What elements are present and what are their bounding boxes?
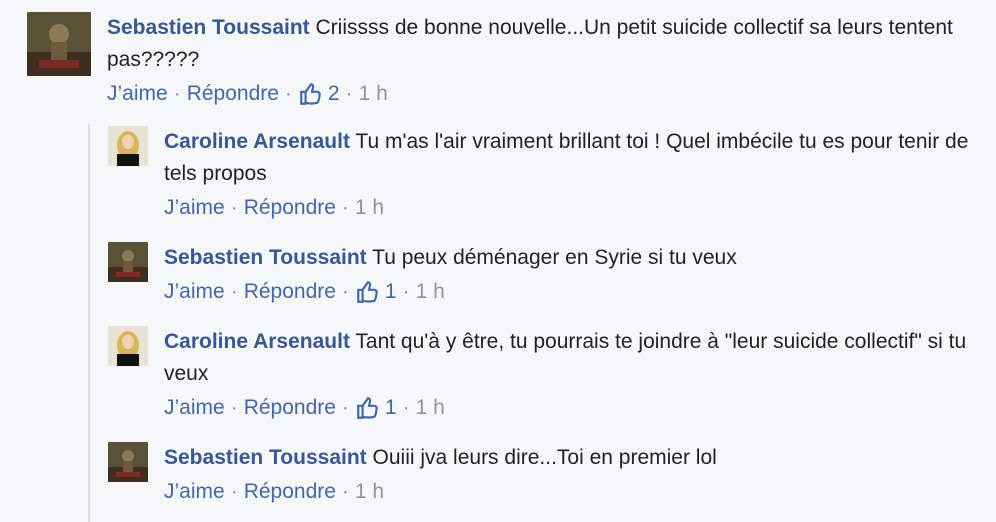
like-button[interactable]: J’aime xyxy=(164,476,225,508)
reply-button[interactable]: Répondre xyxy=(244,192,336,224)
comment-actions: J’aime · Répondre · 1 h xyxy=(164,192,984,224)
comment-actions: J’aime · Répondre · 2 · 1 h xyxy=(107,78,957,110)
comment: Sebastien Toussaint Criissss de bonne no… xyxy=(27,12,957,110)
avatar[interactable] xyxy=(108,326,148,366)
timestamp[interactable]: 1 h xyxy=(359,78,388,110)
author-name[interactable]: Caroline Arsenault xyxy=(164,330,350,353)
dot-separator: · xyxy=(341,396,349,419)
timestamp[interactable]: 1 h xyxy=(416,392,445,424)
timestamp[interactable]: 1 h xyxy=(416,276,445,308)
dot-separator: · xyxy=(341,280,349,303)
comment-thread: Sebastien Toussaint Criissss de bonne no… xyxy=(0,0,996,522)
dot-separator: · xyxy=(230,480,238,503)
avatar[interactable] xyxy=(108,442,148,482)
dot-separator: · xyxy=(345,82,353,105)
avatar[interactable] xyxy=(108,126,148,166)
like-count[interactable]: 2 xyxy=(298,78,340,110)
timestamp[interactable]: 1 h xyxy=(355,192,384,224)
comment-text: Caroline Arsenault Tant qu'à y être, tu … xyxy=(164,326,984,390)
comment-text: Sebastien Toussaint Tu peux déménager en… xyxy=(164,242,984,274)
like-button[interactable]: J’aime xyxy=(164,192,225,224)
dot-separator: · xyxy=(173,82,181,105)
reply-button[interactable]: Répondre xyxy=(187,78,279,110)
comment-actions: J’aime · Répondre · 1 · 1 h xyxy=(164,276,984,308)
comment-actions: J’aime · Répondre · 1 h xyxy=(164,476,984,508)
reply-comment: Caroline Arsenault Tant qu'à y être, tu … xyxy=(108,326,984,424)
dot-separator: · xyxy=(402,280,410,303)
comment-message: Tu peux déménager en Syrie si tu veux xyxy=(372,246,737,269)
reply-comment: Sebastien Toussaint Tu peux déménager en… xyxy=(108,242,984,308)
like-button[interactable]: J’aime xyxy=(107,78,168,110)
author-name[interactable]: Sebastien Toussaint xyxy=(164,446,367,469)
dot-separator: · xyxy=(230,196,238,219)
avatar[interactable] xyxy=(27,12,91,76)
dot-separator: · xyxy=(402,396,410,419)
reply-comment: Caroline Arsenault Tu m'as l'air vraimen… xyxy=(108,126,984,224)
comment-message: Ouiii jva leurs dire...Toi en premier lo… xyxy=(372,446,717,469)
author-name[interactable]: Sebastien Toussaint xyxy=(164,246,367,269)
reply-comment: Sebastien Toussaint Ouiii jva leurs dire… xyxy=(108,442,984,508)
dot-separator: · xyxy=(230,396,238,419)
dot-separator: · xyxy=(230,280,238,303)
comment-text: Sebastien Toussaint Ouiii jva leurs dire… xyxy=(164,442,984,474)
comment-text: Sebastien Toussaint Criissss de bonne no… xyxy=(107,12,957,76)
author-name[interactable]: Caroline Arsenault xyxy=(164,130,350,153)
like-count[interactable]: 1 xyxy=(355,392,397,424)
thumbs-up-icon xyxy=(300,83,321,105)
comment-text: Caroline Arsenault Tu m'as l'air vraimen… xyxy=(164,126,984,190)
like-count[interactable]: 1 xyxy=(355,276,397,308)
dot-separator: · xyxy=(341,196,349,219)
reply-button[interactable]: Répondre xyxy=(244,476,336,508)
reply-divider xyxy=(88,124,90,522)
author-name[interactable]: Sebastien Toussaint xyxy=(107,16,310,39)
comment-actions: J’aime · Répondre · 1 · 1 h xyxy=(164,392,984,424)
like-button[interactable]: J’aime xyxy=(164,392,225,424)
reply-button[interactable]: Répondre xyxy=(244,392,336,424)
dot-separator: · xyxy=(341,480,349,503)
thumbs-up-icon xyxy=(357,281,378,303)
thumbs-up-icon xyxy=(357,397,378,419)
timestamp[interactable]: 1 h xyxy=(355,476,384,508)
like-button[interactable]: J’aime xyxy=(164,276,225,308)
dot-separator: · xyxy=(284,82,292,105)
reply-button[interactable]: Répondre xyxy=(244,276,336,308)
avatar[interactable] xyxy=(108,242,148,282)
